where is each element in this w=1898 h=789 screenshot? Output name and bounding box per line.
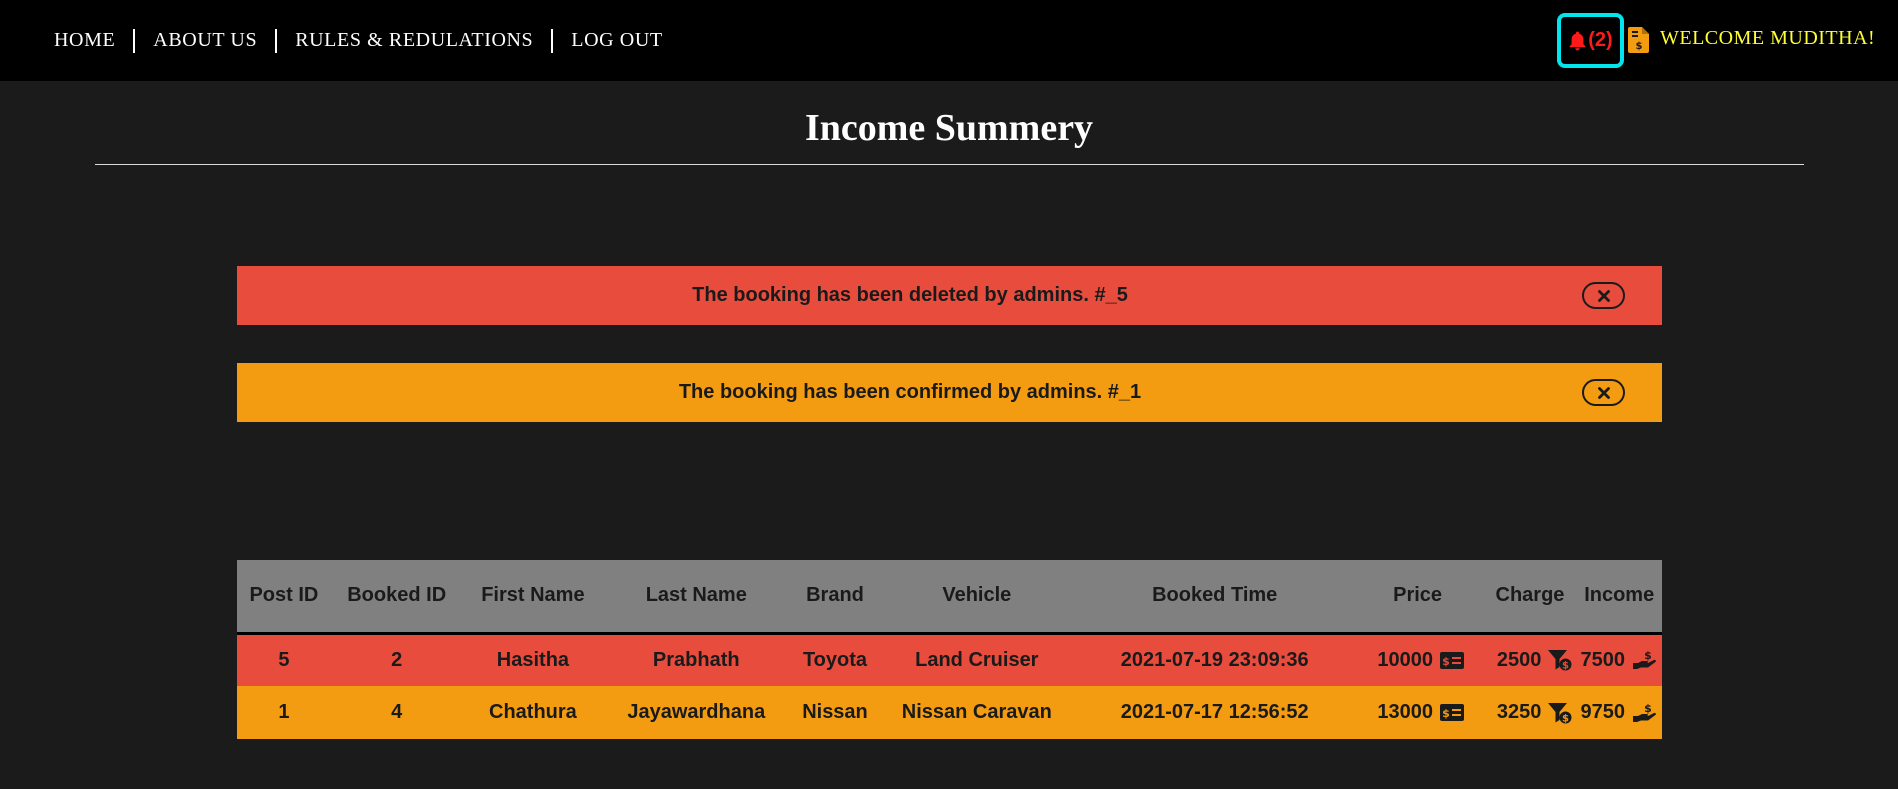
cell-last-name: Jayawardhana xyxy=(603,686,790,739)
cell-price: 13000 $ xyxy=(1356,686,1469,739)
filter-dollar-icon: $ xyxy=(1548,650,1572,672)
col-header-booked-id: Booked ID xyxy=(330,560,463,635)
col-header-income: Income xyxy=(1576,560,1662,635)
bell-icon xyxy=(1569,31,1586,51)
cell-booked-time: 2021-07-19 23:09:36 xyxy=(1072,633,1357,686)
cell-post-id: 1 xyxy=(237,686,331,739)
filter-dollar-icon: $ xyxy=(1548,702,1572,724)
cell-price: 10000 $ xyxy=(1356,633,1469,686)
cell-brand: Nissan xyxy=(789,686,881,739)
alert-message: The booking has been deleted by admins. … xyxy=(692,284,1128,306)
nav-links: HOME ABOUT US RULES & REDULATIONS LOG OU… xyxy=(36,0,681,81)
col-header-booked-time: Booked Time xyxy=(1072,560,1357,635)
income-value: 9750 xyxy=(1580,701,1626,723)
col-header-brand: Brand xyxy=(789,560,881,635)
svg-text:$: $ xyxy=(1636,41,1643,52)
cell-last-name: Prabhath xyxy=(603,633,790,686)
cell-vehicle: Nissan Caravan xyxy=(880,686,1073,739)
hand-holding-dollar-icon: $ xyxy=(1633,649,1656,670)
cell-first-name: Chathura xyxy=(462,686,604,739)
cell-booked-id: 4 xyxy=(330,686,463,739)
alert-booking-deleted: The booking has been deleted by admins. … xyxy=(237,266,1662,325)
alert-booking-confirmed: The booking has been confirmed by admins… xyxy=(237,363,1662,422)
close-alert-button[interactable] xyxy=(1582,282,1625,309)
hand-holding-dollar-icon: $ xyxy=(1633,702,1656,722)
price-value: 13000 xyxy=(1377,701,1434,723)
table-row: 1 4 Chathura Jayawardhana Nissan Nissan … xyxy=(237,686,1662,739)
notifications-button[interactable]: (2) xyxy=(1557,13,1624,68)
cell-vehicle: Land Cruiser xyxy=(880,633,1073,686)
close-alert-button[interactable] xyxy=(1582,379,1625,406)
money-bill-icon: $ xyxy=(1440,651,1465,669)
col-header-first-name: First Name xyxy=(462,560,604,635)
title-divider xyxy=(95,164,1804,165)
cell-income: 9750 $ xyxy=(1576,686,1662,739)
welcome-message: WELCOME MUDITHA! xyxy=(1660,27,1876,49)
income-summary-table: Post ID Booked ID First Name Last Name B… xyxy=(237,560,1662,739)
svg-text:$: $ xyxy=(1442,707,1450,720)
charge-value: 3250 xyxy=(1496,701,1542,723)
col-header-post-id: Post ID xyxy=(237,560,331,635)
svg-text:$: $ xyxy=(1562,661,1569,672)
col-header-vehicle: Vehicle xyxy=(880,560,1073,635)
svg-text:$: $ xyxy=(1644,702,1652,715)
col-header-last-name: Last Name xyxy=(603,560,790,635)
nav-rules-link[interactable]: RULES & REDULATIONS xyxy=(277,29,551,52)
col-header-price: Price xyxy=(1356,560,1469,635)
nav-about-us-link[interactable]: ABOUT US xyxy=(135,29,275,52)
cell-booked-time: 2021-07-17 12:56:52 xyxy=(1072,686,1357,739)
table-header-row: Post ID Booked ID First Name Last Name B… xyxy=(237,560,1662,635)
nav-logout-link[interactable]: LOG OUT xyxy=(553,29,680,52)
svg-text:$: $ xyxy=(1644,649,1652,662)
close-icon xyxy=(1597,289,1610,302)
notification-count: (2) xyxy=(1588,29,1613,51)
charge-value: 2500 xyxy=(1496,648,1542,671)
cell-post-id: 5 xyxy=(237,633,331,686)
cell-charge: 3250 $ xyxy=(1468,686,1577,739)
income-value: 7500 xyxy=(1580,648,1626,671)
price-value: 10000 xyxy=(1377,648,1434,671)
money-bill-icon: $ xyxy=(1440,704,1465,722)
svg-text:$: $ xyxy=(1562,713,1569,724)
cell-booked-id: 2 xyxy=(330,633,463,686)
table-row: 5 2 Hasitha Prabhath Toyota Land Cruiser… xyxy=(237,633,1662,686)
top-navbar: HOME ABOUT US RULES & REDULATIONS LOG OU… xyxy=(0,0,1898,81)
page-title: Income Summery xyxy=(804,107,1094,149)
alert-message: The booking has been confirmed by admins… xyxy=(678,381,1142,403)
cell-income: 7500 $ xyxy=(1576,633,1662,686)
close-icon xyxy=(1597,386,1610,399)
svg-text:$: $ xyxy=(1442,655,1450,668)
cell-brand: Toyota xyxy=(789,633,881,686)
invoice-dollar-icon[interactable]: $ xyxy=(1628,27,1650,53)
col-header-charge: Charge xyxy=(1468,560,1577,635)
nav-home-link[interactable]: HOME xyxy=(36,29,133,52)
cell-first-name: Hasitha xyxy=(462,633,604,686)
cell-charge: 2500 $ xyxy=(1468,633,1577,686)
